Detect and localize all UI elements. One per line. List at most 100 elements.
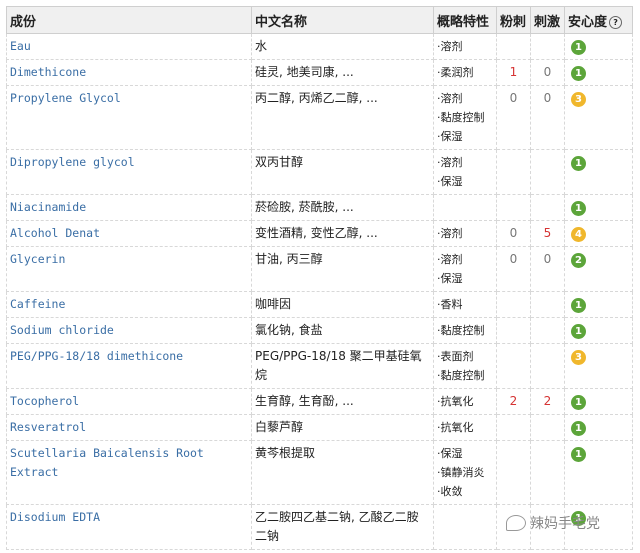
property-list: ·抗氧化 [433,414,497,441]
property-item[interactable]: ·镇静消炎 [437,463,493,482]
acne-score: 2 [496,388,531,415]
property-item[interactable]: ·保湿 [437,444,493,463]
ingredient-link[interactable]: Propylene Glycol [6,85,252,150]
table-row: Propylene Glycol 丙二醇, 丙烯乙二醇, ... ·溶剂 ·黏度控制 ·… [6,85,633,150]
acne-score: 1 [496,59,531,86]
help-icon[interactable]: ? [609,15,623,29]
col-safety[interactable]: 安心度? [564,6,633,34]
ingredient-link[interactable]: Eau [6,33,252,60]
safety-badge[interactable]: 1 [571,447,586,462]
property-list [433,194,497,221]
safety-badge[interactable]: 1 [571,421,586,436]
property-item[interactable]: ·收敛 [437,482,493,501]
property-item[interactable]: ·保湿 [437,269,493,288]
safety-cell: 3 [564,85,633,150]
ingredient-link[interactable]: Disodium EDTA [6,504,252,550]
irritation-score [530,33,565,60]
col-chinese-name[interactable]: 中文名称 [251,6,434,34]
safety-badge[interactable]: 1 [571,40,586,55]
ingredient-link[interactable]: Alcohol Denat [6,220,252,247]
wechat-logo-icon [506,515,526,531]
property-item[interactable]: ·黏度控制 [437,321,493,340]
ingredient-link[interactable]: PEG/PPG-18/18 dimethicone [6,343,252,389]
acne-score: 0 [496,85,531,150]
property-item[interactable]: ·柔润剂 [437,63,493,82]
property-list: ·溶剂 ·保湿 [433,149,497,195]
property-item[interactable]: ·溶剂 [437,250,493,269]
ingredient-link[interactable]: Caffeine [6,291,252,318]
property-item[interactable]: ·溶剂 [437,153,493,172]
property-item[interactable]: ·香料 [437,295,493,314]
ingredient-link[interactable]: Scutellaria Baicalensis Root Extract [6,440,252,505]
acne-score: 0 [496,246,531,292]
property-list: ·香料 [433,291,497,318]
property-item[interactable]: ·黏度控制 [437,108,493,127]
property-list: ·溶剂 ·保湿 [433,246,497,292]
table-header-row: 成份 中文名称 概略特性 粉刺 刺激 安心度? [6,6,633,34]
chinese-name: 双丙甘醇 [251,149,434,195]
safety-badge[interactable]: 1 [571,66,586,81]
table-row: Eau 水 ·溶剂 1 [6,33,633,60]
safety-badge[interactable]: 1 [571,395,586,410]
safety-cell: 1 [564,317,633,344]
acne-score [496,291,531,318]
safety-cell: 1 [564,291,633,318]
table-row: Tocopherol 生育醇, 生育酚, ... ·抗氧化 2 2 1 [6,388,633,415]
col-acne[interactable]: 粉刺 [496,6,531,34]
ingredient-link[interactable]: Tocopherol [6,388,252,415]
chinese-name: 生育醇, 生育酚, ... [251,388,434,415]
chinese-name: 硅灵, 地美司康, ... [251,59,434,86]
safety-badge[interactable]: 1 [571,156,586,171]
property-item[interactable]: ·保湿 [437,127,493,146]
col-property[interactable]: 概略特性 [433,6,497,34]
watermark-text: 辣妈手毛党 [530,516,600,532]
ingredient-table: 成份 中文名称 概略特性 粉刺 刺激 安心度? Eau 水 ·溶剂 1 Dimethic… [6,6,633,550]
property-item[interactable]: ·保湿 [437,172,493,191]
col-ingredient[interactable]: 成份 [6,6,252,34]
acne-score [496,194,531,221]
safety-badge[interactable]: 2 [571,253,586,268]
safety-cell: 1 [564,194,633,221]
safety-cell: 1 [564,149,633,195]
table-row: Scutellaria Baicalensis Root Extract 黄芩根提… [6,440,633,505]
col-irritation[interactable]: 刺激 [530,6,565,34]
irritation-score [530,440,565,505]
irritation-score: 0 [530,59,565,86]
acne-score [496,149,531,195]
chinese-name: 甘油, 丙三醇 [251,246,434,292]
property-list [433,504,497,550]
table-row: Dimethicone 硅灵, 地美司康, ... ·柔润剂 1 0 1 [6,59,633,86]
ingredient-link[interactable]: Resveratrol [6,414,252,441]
safety-badge[interactable]: 4 [571,227,586,242]
ingredient-link[interactable]: Dimethicone [6,59,252,86]
property-item[interactable]: ·黏度控制 [437,366,493,385]
ingredient-link[interactable]: Sodium chloride [6,317,252,344]
ingredient-link[interactable]: Glycerin [6,246,252,292]
property-list: ·黏度控制 [433,317,497,344]
chinese-name: 变性酒精, 变性乙醇, ... [251,220,434,247]
acne-score [496,440,531,505]
table-row: Niacinamide 菸硷胺, 菸酰胺, ... 1 [6,194,633,221]
safety-badge[interactable]: 1 [571,298,586,313]
ingredient-link[interactable]: Dipropylene glycol [6,149,252,195]
irritation-score: 0 [530,85,565,150]
property-item[interactable]: ·溶剂 [437,224,493,243]
safety-badge[interactable]: 1 [571,201,586,216]
property-item[interactable]: ·表面剂 [437,347,493,366]
property-list: ·溶剂 [433,33,497,60]
table-row: Caffeine 咖啡因 ·香料 1 [6,291,633,318]
property-item[interactable]: ·溶剂 [437,89,493,108]
safety-badge[interactable]: 1 [571,324,586,339]
safety-badge[interactable]: 3 [571,350,586,365]
safety-cell: 2 [564,246,633,292]
property-item[interactable]: ·溶剂 [437,37,493,56]
acne-score: 0 [496,220,531,247]
property-item[interactable]: ·抗氧化 [437,392,493,411]
property-item[interactable]: ·抗氧化 [437,418,493,437]
chinese-name: 咖啡因 [251,291,434,318]
safety-badge[interactable]: 3 [571,92,586,107]
irritation-score [530,343,565,389]
ingredient-link[interactable]: Niacinamide [6,194,252,221]
table-row: Sodium chloride 氯化钠, 食盐 ·黏度控制 1 [6,317,633,344]
chinese-name: 水 [251,33,434,60]
